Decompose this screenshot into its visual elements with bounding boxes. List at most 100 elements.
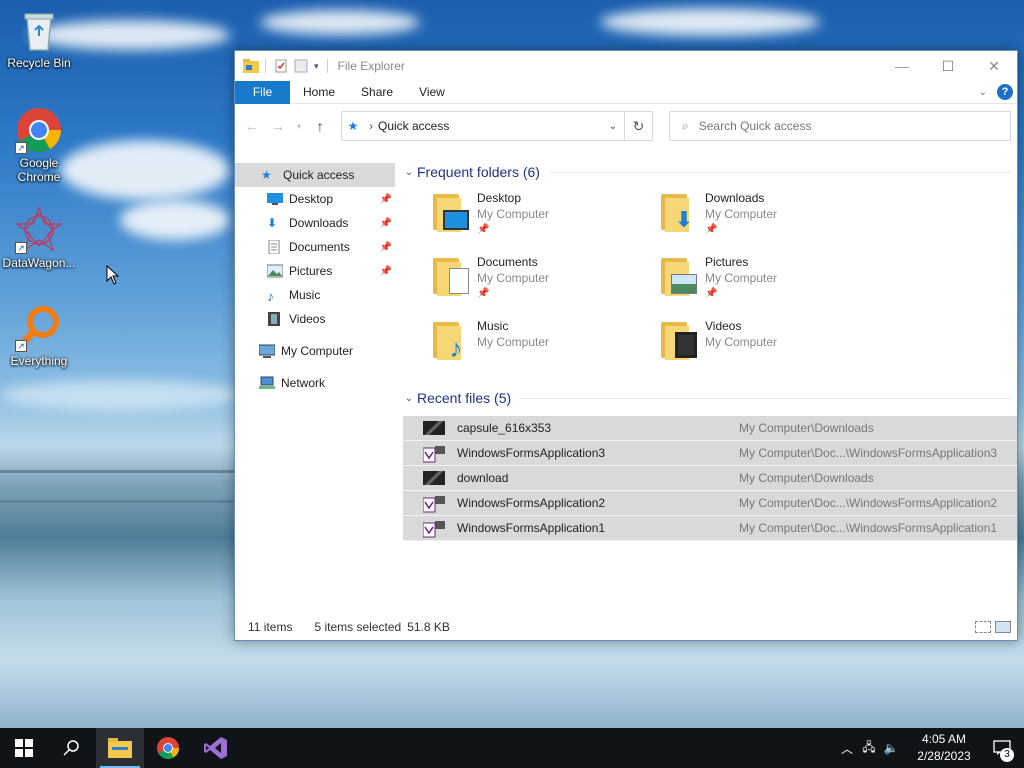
- sidebar-item-label: My Computer: [281, 344, 354, 358]
- properties-icon[interactable]: [274, 59, 288, 73]
- folder-location: My Computer: [705, 207, 778, 221]
- image-icon: [423, 471, 445, 485]
- collapse-chevron-icon[interactable]: ⌄: [401, 393, 417, 404]
- list-item[interactable]: WindowsFormsApplication3 My Computer\Doc…: [403, 441, 1017, 466]
- refresh-button[interactable]: ↻: [624, 112, 652, 140]
- list-item[interactable]: WindowsFormsApplication2 My Computer\Doc…: [403, 491, 1017, 516]
- sidebar-item-label: Videos: [289, 312, 326, 326]
- desktop-icon-datawagon[interactable]: ↗ DataWagon...: [0, 206, 78, 270]
- recent-locations-button[interactable]: ▾: [293, 115, 305, 137]
- folder-location: My Computer: [477, 335, 550, 349]
- details-view-icon[interactable]: [975, 621, 991, 633]
- maximize-button[interactable]: ☐: [925, 51, 971, 81]
- recent-files-list: capsule_616x353 My Computer\Downloads Wi…: [403, 416, 1017, 541]
- new-folder-icon[interactable]: [294, 59, 308, 73]
- clock[interactable]: 4:05 AM 2/28/2023: [908, 731, 980, 765]
- folder-tile-videos[interactable]: Videos My Computer: [659, 318, 887, 374]
- search-button[interactable]: [48, 728, 96, 768]
- windows-logo-icon: [15, 739, 33, 757]
- computer-icon: [258, 344, 276, 358]
- taskbar-chrome[interactable]: [144, 728, 192, 768]
- collapse-chevron-icon[interactable]: ⌄: [401, 167, 417, 178]
- customize-toolbar-icon[interactable]: ▾: [314, 61, 319, 72]
- desktop-icon-chrome[interactable]: ↗ Google Chrome: [0, 106, 78, 184]
- search-input[interactable]: ⌕ Search Quick access: [669, 111, 1011, 141]
- pin-icon[interactable]: 📌: [380, 218, 392, 229]
- show-hidden-icons-icon[interactable]: ︿: [836, 740, 858, 757]
- pin-icon[interactable]: 📌: [380, 242, 392, 253]
- taskbar-visual-studio[interactable]: [192, 728, 240, 768]
- folder-icon: [431, 190, 471, 234]
- quick-access-star-icon: ★: [347, 119, 359, 133]
- quick-access-toolbar: ▾: [243, 59, 330, 73]
- forward-button[interactable]: →: [267, 115, 289, 137]
- documents-icon: [267, 239, 283, 255]
- sidebar-item-my-computer[interactable]: My Computer: [235, 339, 395, 363]
- frequent-folders-grid: Desktop My Computer 📌 ⬇ Downloads My Comput…: [401, 190, 1017, 374]
- large-icons-view-icon[interactable]: [995, 621, 1011, 633]
- network-icon: [259, 376, 275, 390]
- folder-tile-documents[interactable]: Documents My Computer 📌: [431, 254, 659, 310]
- item-count: 11 items: [248, 620, 293, 634]
- folder-tile-pictures[interactable]: Pictures My Computer 📌: [659, 254, 887, 310]
- tab-share[interactable]: Share: [348, 81, 406, 104]
- ribbon-tabs: File Home Share View ⌄ ?: [235, 80, 1017, 104]
- folder-name: Documents: [477, 255, 538, 269]
- sidebar-item-videos[interactable]: Videos: [235, 307, 395, 331]
- tab-file[interactable]: File: [235, 80, 290, 104]
- folder-location: My Computer: [705, 271, 778, 285]
- pin-icon[interactable]: 📌: [380, 266, 392, 277]
- back-button[interactable]: ←: [241, 115, 263, 137]
- breadcrumb[interactable]: Quick access: [378, 119, 602, 133]
- up-button[interactable]: ↑: [309, 115, 331, 137]
- sidebar-item-network[interactable]: Network: [235, 371, 395, 395]
- folder-tile-desktop[interactable]: Desktop My Computer 📌: [431, 190, 659, 246]
- desktop-icon-recycle-bin[interactable]: Recycle Bin: [0, 6, 78, 70]
- desktop-icon-everything[interactable]: ↗ Everything: [0, 304, 78, 368]
- sidebar-item-desktop[interactable]: Desktop 📌: [235, 187, 395, 211]
- start-button[interactable]: [0, 728, 48, 768]
- sidebar-item-downloads[interactable]: ⬇ Downloads 📌: [235, 211, 395, 235]
- sidebar-item-label: Network: [281, 376, 326, 390]
- image-icon: [423, 421, 445, 435]
- file-path: My Computer\Doc...\WindowsFormsApplicati…: [739, 521, 998, 535]
- navigation-bar: ← → ▾ ↑ ★ › Quick access ⌄ ↻ ⌕ Search Qu…: [235, 104, 1017, 148]
- folder-tile-music[interactable]: ♪ Music My Computer: [431, 318, 659, 374]
- minimize-button[interactable]: —: [879, 51, 925, 81]
- folder-name: Pictures: [705, 255, 749, 269]
- list-item[interactable]: download My Computer\Downloads: [403, 466, 1017, 491]
- sidebar-item-quick-access[interactable]: ★ Quick access: [235, 163, 395, 187]
- folder-name: Music: [477, 319, 509, 333]
- taskbar-file-explorer[interactable]: [96, 728, 144, 768]
- action-center-button[interactable]: 3: [980, 728, 1024, 768]
- recent-files-header[interactable]: ⌄ Recent files (5): [401, 386, 1017, 410]
- file-path: My Computer\Doc...\WindowsFormsApplicati…: [739, 496, 998, 510]
- tab-view[interactable]: View: [406, 81, 458, 104]
- close-button[interactable]: ✕: [971, 51, 1017, 81]
- search-icon: ⌕: [682, 118, 689, 133]
- tab-home[interactable]: Home: [290, 81, 348, 104]
- desktop-icon-label: Recycle Bin: [7, 56, 71, 70]
- frequent-folders-header[interactable]: ⌄ Frequent folders (6): [401, 160, 1017, 184]
- expand-ribbon-icon[interactable]: ⌄: [979, 87, 987, 98]
- pin-icon: 📌: [705, 224, 718, 235]
- videos-icon: [267, 312, 283, 326]
- sidebar-item-music[interactable]: ♪ Music: [235, 283, 395, 307]
- help-button[interactable]: ?: [997, 84, 1013, 100]
- folder-name: Videos: [705, 319, 742, 333]
- sidebar-item-pictures[interactable]: Pictures 📌: [235, 259, 395, 283]
- address-dropdown-icon[interactable]: ⌄: [602, 121, 624, 132]
- list-item[interactable]: capsule_616x353 My Computer\Downloads: [403, 416, 1017, 441]
- pin-icon[interactable]: 📌: [380, 194, 392, 205]
- sidebar-item-documents[interactable]: Documents 📌: [235, 235, 395, 259]
- address-bar[interactable]: ★ › Quick access ⌄ ↻: [341, 111, 653, 141]
- breadcrumb-separator[interactable]: ›: [364, 119, 378, 133]
- folder-tile-downloads[interactable]: ⬇ Downloads My Computer 📌: [659, 190, 887, 246]
- list-item[interactable]: WindowsFormsApplication1 My Computer\Doc…: [403, 516, 1017, 541]
- desktop-icon-label: Everything: [10, 354, 68, 368]
- volume-icon[interactable]: 🔈: [880, 741, 902, 755]
- desktop-icon: [267, 192, 283, 206]
- network-status-icon[interactable]: 🖧: [858, 738, 880, 759]
- recycle-bin-icon: [15, 6, 63, 54]
- mouse-cursor-icon: [106, 264, 120, 288]
